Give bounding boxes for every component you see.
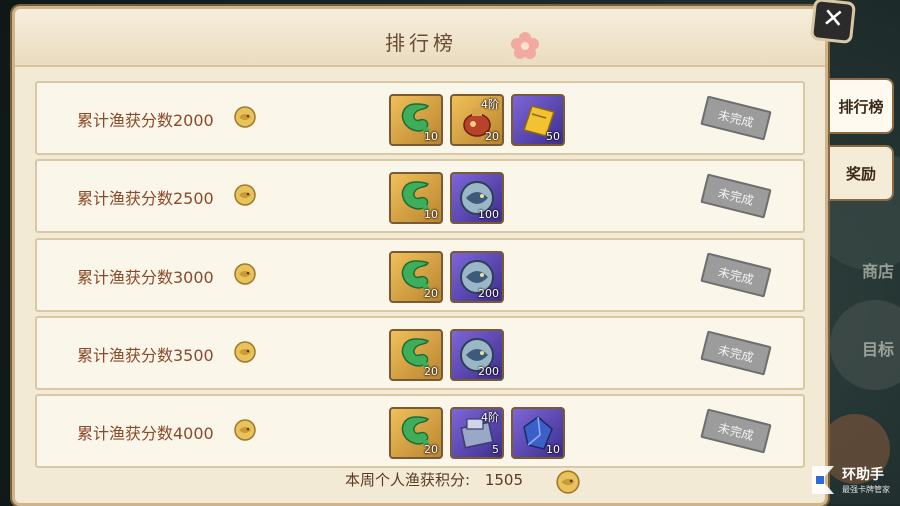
reward-row: 累计渔获分数3500 20 200 未完成 bbox=[35, 316, 805, 390]
item-quantity: 10 bbox=[424, 130, 438, 143]
incomplete-status-stamp: 未完成 bbox=[700, 408, 772, 454]
reward-item-slot[interactable]: 200 bbox=[450, 329, 504, 381]
item-quantity: 20 bbox=[485, 130, 499, 143]
incomplete-status-stamp: 未完成 bbox=[700, 330, 772, 376]
weekly-score-text: 本周个人渔获积分: bbox=[345, 471, 471, 489]
reward-item-slot[interactable]: 10 bbox=[389, 172, 443, 224]
item-quantity: 10 bbox=[424, 208, 438, 221]
watermark-logo: 环助手 最强卡牌管家 bbox=[808, 460, 898, 500]
item-quantity: 20 bbox=[424, 365, 438, 378]
reward-item-slot[interactable]: 4阶 5 bbox=[450, 407, 504, 459]
incomplete-status-stamp: 未完成 bbox=[700, 95, 772, 141]
reward-row: 累计渔获分数2500 10 100 未完成 bbox=[35, 159, 805, 233]
flower-icon bbox=[511, 32, 539, 59]
reward-threshold-label: 累计渔获分数3500 bbox=[77, 346, 214, 365]
fish-coin-icon bbox=[234, 184, 256, 206]
reward-item-slot[interactable]: 200 bbox=[450, 251, 504, 303]
fish-coin-icon bbox=[234, 419, 256, 441]
background-shop-label: 商店 bbox=[861, 262, 894, 281]
tab-ranking[interactable]: 排行榜 bbox=[828, 78, 894, 134]
reward-item-slot[interactable]: 20 bbox=[389, 251, 443, 303]
item-quantity: 200 bbox=[478, 365, 499, 378]
page-title: 排行榜 bbox=[385, 31, 457, 55]
reward-item-slot[interactable]: 10 bbox=[389, 94, 443, 146]
item-quantity: 5 bbox=[492, 443, 499, 456]
reward-threshold-label: 累计渔获分数2000 bbox=[77, 111, 214, 130]
close-button[interactable]: ✕ bbox=[809, 0, 857, 45]
incomplete-status-stamp: 未完成 bbox=[700, 252, 772, 298]
reward-threshold-label: 累计渔获分数4000 bbox=[77, 424, 214, 443]
item-tier-label: 4阶 bbox=[481, 411, 499, 424]
reward-threshold-label: 累计渔获分数3000 bbox=[77, 268, 214, 287]
tab-rewards[interactable]: 奖励 bbox=[828, 145, 894, 201]
fish-coin-icon bbox=[556, 470, 580, 494]
ranking-panel: 排行榜 累计渔获分数2000 10 4阶 20 50 未完成 累计渔获分数2500 10 100… bbox=[12, 6, 828, 506]
background-target-label: 目标 bbox=[861, 340, 894, 359]
item-quantity: 10 bbox=[546, 443, 560, 456]
reward-threshold-label: 累计渔获分数2500 bbox=[77, 189, 214, 208]
reward-item-slot[interactable]: 20 bbox=[389, 407, 443, 459]
item-quantity: 20 bbox=[424, 443, 438, 456]
reward-item-slot[interactable]: 100 bbox=[450, 172, 504, 224]
item-quantity: 50 bbox=[546, 130, 560, 143]
fish-coin-icon bbox=[234, 263, 256, 285]
fish-coin-icon bbox=[234, 106, 256, 128]
reward-item-slot[interactable]: 50 bbox=[511, 94, 565, 146]
fish-coin-icon bbox=[234, 341, 256, 363]
tab-label: 奖励 bbox=[845, 164, 876, 183]
watermark-title: 环助手 bbox=[842, 467, 884, 483]
item-quantity: 20 bbox=[424, 287, 438, 300]
watermark-subtitle: 最强卡牌管家 bbox=[842, 485, 890, 494]
reward-row: 累计渔获分数4000 20 4阶 5 10 未完成 bbox=[35, 394, 805, 468]
weekly-score-label: 本周个人渔获积分: 1505 bbox=[345, 469, 523, 490]
watermark-icon bbox=[812, 466, 834, 494]
panel-header: 排行榜 bbox=[15, 9, 825, 67]
reward-item-slot[interactable]: 20 bbox=[389, 329, 443, 381]
reward-row: 累计渔获分数3000 20 200 未完成 bbox=[35, 238, 805, 312]
reward-row: 累计渔获分数2000 10 4阶 20 50 未完成 bbox=[35, 81, 805, 155]
incomplete-status-stamp: 未完成 bbox=[700, 173, 772, 219]
reward-item-slot[interactable]: 10 bbox=[511, 407, 565, 459]
item-tier-label: 4阶 bbox=[481, 98, 499, 111]
item-quantity: 100 bbox=[478, 208, 499, 221]
reward-item-slot[interactable]: 4阶 20 bbox=[450, 94, 504, 146]
tab-label: 排行榜 bbox=[838, 97, 884, 116]
weekly-score-value: 1505 bbox=[484, 471, 524, 489]
item-quantity: 200 bbox=[478, 287, 499, 300]
